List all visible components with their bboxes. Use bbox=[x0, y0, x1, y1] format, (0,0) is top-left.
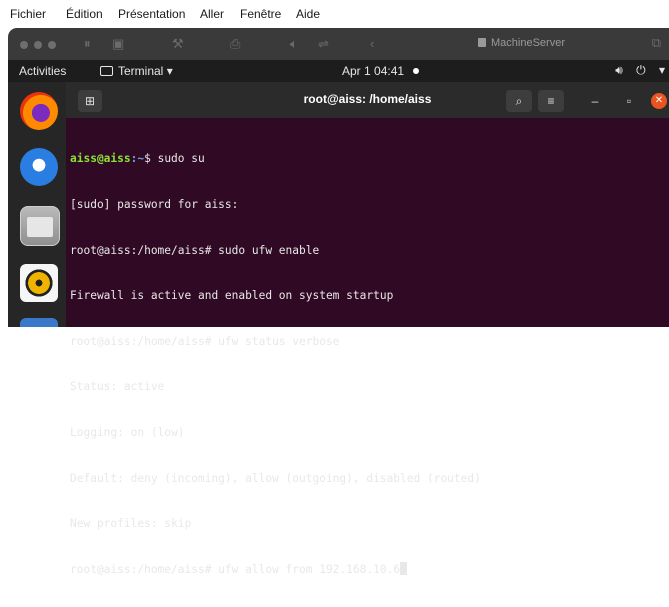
terminal-line: root@aiss:/home/aiss# ufw status verbose bbox=[70, 334, 340, 348]
menu-button[interactable]: ≡ bbox=[538, 90, 564, 112]
terminal-line: [sudo] password for aiss: bbox=[70, 198, 239, 211]
maximize-icon: ▫ bbox=[626, 94, 632, 108]
system-status-area[interactable]: 🔊︎ ⏻ ▾ bbox=[605, 63, 665, 78]
chevron-down-icon: ▾ bbox=[658, 63, 665, 77]
close-traffic-light[interactable] bbox=[20, 41, 28, 49]
notification-dot-icon bbox=[413, 68, 420, 74]
text-cursor bbox=[400, 561, 408, 575]
activities-button[interactable]: Activities bbox=[19, 64, 66, 78]
folder-shape bbox=[27, 217, 53, 237]
terminal-app-menu[interactable]: Terminal ▾ bbox=[100, 64, 173, 78]
volume-icon: 🔊︎ bbox=[615, 63, 623, 77]
menu-presentation[interactable]: Présentation bbox=[118, 7, 185, 21]
vm-title: MachineServer bbox=[478, 37, 565, 49]
close-icon: ✕ bbox=[654, 95, 664, 106]
thunderbird-icon[interactable] bbox=[20, 148, 58, 186]
terminal-window[interactable]: ⊞ root@aiss: /home/aiss ⌕ ≡ – ▫ ✕ aiss@a… bbox=[66, 82, 669, 576]
current-command-text: root@aiss:/home/aiss# ufw allow from 192… bbox=[70, 562, 401, 576]
rhythmbox-icon[interactable] bbox=[20, 264, 58, 302]
clock-text: Apr 1 04:41 bbox=[342, 64, 405, 78]
prompt-user: aiss@aiss bbox=[70, 152, 131, 166]
terminal-line: Default: deny (incoming), allow (outgoin… bbox=[70, 471, 481, 485]
printer-icon[interactable]: ⎙ bbox=[230, 36, 240, 52]
vm-title-text: MachineServer bbox=[491, 37, 565, 49]
menu-fenetre[interactable]: Fenêtre bbox=[240, 7, 281, 21]
wrench-icon[interactable]: ⚒ bbox=[172, 36, 184, 52]
clock[interactable]: Apr 1 04:41 bbox=[342, 64, 420, 78]
menu-fichier[interactable]: Fichier bbox=[10, 7, 46, 21]
minimize-icon: – bbox=[591, 94, 599, 108]
terminal-title: root@aiss: /home/aiss bbox=[303, 92, 432, 106]
terminal-line: Status: active bbox=[70, 380, 165, 394]
menu-edition[interactable]: Édition bbox=[66, 7, 103, 21]
mac-menubar: Fichier Édition Présentation Aller Fenêt… bbox=[0, 0, 669, 28]
terminal-line: root@aiss:/home/aiss# sudo ufw enable bbox=[70, 243, 320, 257]
command-text: $ sudo su bbox=[144, 152, 205, 166]
ubuntu-dock bbox=[8, 82, 66, 327]
zoom-traffic-light[interactable] bbox=[48, 41, 56, 49]
usb-icon[interactable]: ⇌ bbox=[318, 36, 329, 52]
menu-aide[interactable]: Aide bbox=[296, 7, 320, 21]
speaker-icon[interactable]: 🔈︎ bbox=[290, 36, 298, 52]
terminal-menu-label: Terminal bbox=[118, 64, 164, 78]
firefox-icon[interactable] bbox=[20, 92, 58, 130]
terminal-line: root@aiss:/home/aiss# ufw allow from 192… bbox=[70, 561, 665, 577]
terminal-output[interactable]: aiss@aiss:~$ sudo su [sudo] password for… bbox=[70, 121, 665, 575]
terminal-line: Logging: on (low) bbox=[70, 425, 185, 439]
close-button[interactable]: ✕ bbox=[651, 93, 667, 109]
pause-icon[interactable]: ⏸ bbox=[84, 36, 91, 52]
terminal-line: New profiles: skip bbox=[70, 517, 192, 531]
writer-icon[interactable] bbox=[20, 318, 58, 327]
fullscreen-icon[interactable]: ⧉ bbox=[652, 35, 661, 51]
vm-window-titlebar: ⏸ ▣ ⚒ ⎙ 🔈︎ ⇌ ‹ MachineServer ⧉ bbox=[8, 28, 669, 60]
minimize-traffic-light[interactable] bbox=[34, 41, 42, 49]
prompt-path: :~ bbox=[130, 152, 145, 166]
ubuntu-topbar: Activities Terminal ▾ Apr 1 04:41 🔊︎ ⏻ ▾ bbox=[8, 60, 669, 82]
search-icon: ⌕ bbox=[515, 94, 523, 108]
terminal-line: Firewall is active and enabled on system… bbox=[70, 289, 394, 303]
terminal-headerbar: ⊞ root@aiss: /home/aiss ⌕ ≡ – ▫ ✕ bbox=[66, 82, 669, 118]
power-icon: ⏻ bbox=[636, 63, 646, 77]
files-icon[interactable] bbox=[20, 206, 60, 246]
terminal-line: aiss@aiss:~$ sudo su bbox=[70, 151, 665, 166]
minimize-button[interactable]: – bbox=[584, 90, 606, 112]
menu-aller[interactable]: Aller bbox=[200, 7, 224, 21]
back-icon[interactable]: ‹ bbox=[370, 36, 374, 51]
search-button[interactable]: ⌕ bbox=[506, 90, 532, 112]
snapshot-icon[interactable]: ▣ bbox=[112, 36, 124, 52]
hamburger-icon: ≡ bbox=[547, 94, 555, 108]
maximize-button[interactable]: ▫ bbox=[618, 90, 640, 112]
terminal-menu-icon bbox=[100, 66, 113, 76]
caret-down-icon: ▾ bbox=[163, 64, 173, 78]
vm-lock-icon bbox=[478, 38, 486, 47]
